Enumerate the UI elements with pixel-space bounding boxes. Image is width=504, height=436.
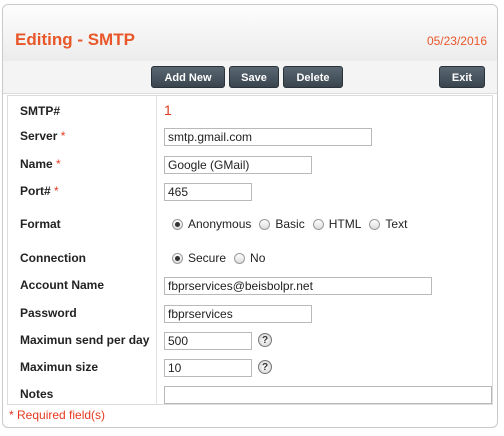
panel-header: Editing - SMTP 05/23/2016 bbox=[3, 5, 497, 62]
smtp-edit-panel: Editing - SMTP 05/23/2016 Add New Save D… bbox=[2, 4, 498, 428]
max-send-input[interactable] bbox=[164, 332, 252, 350]
format-html-label[interactable]: HTML bbox=[329, 217, 362, 231]
smtp-number-label: SMTP# bbox=[20, 104, 61, 118]
format-basic-label[interactable]: Basic bbox=[275, 217, 304, 231]
max-size-label: Maximun size bbox=[20, 360, 99, 374]
name-label: Name * bbox=[20, 157, 61, 171]
password-label: Password bbox=[20, 306, 77, 320]
format-text-radio[interactable] bbox=[369, 218, 381, 230]
help-icon[interactable]: ? bbox=[258, 360, 272, 374]
port-input[interactable] bbox=[164, 183, 252, 201]
save-button[interactable]: Save bbox=[229, 66, 279, 88]
format-anonymous-radio[interactable] bbox=[172, 218, 183, 230]
delete-button[interactable]: Delete bbox=[283, 66, 343, 88]
required-marker: * bbox=[56, 157, 61, 171]
max-size-input[interactable] bbox=[164, 359, 252, 377]
required-marker: * bbox=[60, 129, 66, 143]
header-date: 05/23/2016 bbox=[426, 34, 487, 48]
format-text-label[interactable]: Text bbox=[385, 217, 407, 231]
required-marker: * bbox=[54, 184, 59, 198]
page-title: Editing - SMTP bbox=[15, 30, 135, 49]
format-radio-group: Anonymous Basic HTML Text bbox=[172, 217, 415, 231]
form-column-divider bbox=[156, 96, 157, 404]
account-name-label: Account Name bbox=[20, 278, 105, 292]
required-fields-note: * Required field(s) bbox=[9, 408, 106, 422]
password-input[interactable] bbox=[164, 305, 312, 323]
connection-secure-label[interactable]: Secure bbox=[188, 251, 226, 265]
help-icon[interactable]: ? bbox=[258, 333, 272, 347]
name-input[interactable] bbox=[164, 156, 312, 174]
connection-radio-group: Secure No bbox=[172, 251, 273, 265]
smtp-number-value: 1 bbox=[164, 102, 172, 118]
account-name-input[interactable] bbox=[164, 277, 432, 295]
add-new-button[interactable]: Add New bbox=[151, 66, 225, 88]
smtp-form: SMTP# 1 Server * Name * Port# * Format A… bbox=[7, 95, 493, 405]
format-label: Format bbox=[20, 217, 61, 231]
connection-no-radio[interactable] bbox=[234, 252, 246, 264]
format-html-radio[interactable] bbox=[312, 218, 324, 230]
port-label: Port# * bbox=[20, 184, 59, 198]
format-basic-radio[interactable] bbox=[259, 218, 271, 230]
max-send-label: Maximun send per day bbox=[20, 333, 150, 347]
server-label: Server * bbox=[20, 129, 66, 143]
connection-no-label[interactable]: No bbox=[250, 251, 265, 265]
connection-label: Connection bbox=[20, 251, 86, 265]
toolbar: Add New Save Delete Exit bbox=[3, 61, 497, 94]
connection-secure-radio[interactable] bbox=[172, 252, 183, 264]
exit-button[interactable]: Exit bbox=[439, 66, 485, 88]
server-input[interactable] bbox=[164, 128, 372, 146]
notes-input[interactable] bbox=[164, 386, 492, 404]
format-anonymous-label[interactable]: Anonymous bbox=[188, 217, 251, 231]
notes-label: Notes bbox=[20, 387, 54, 401]
